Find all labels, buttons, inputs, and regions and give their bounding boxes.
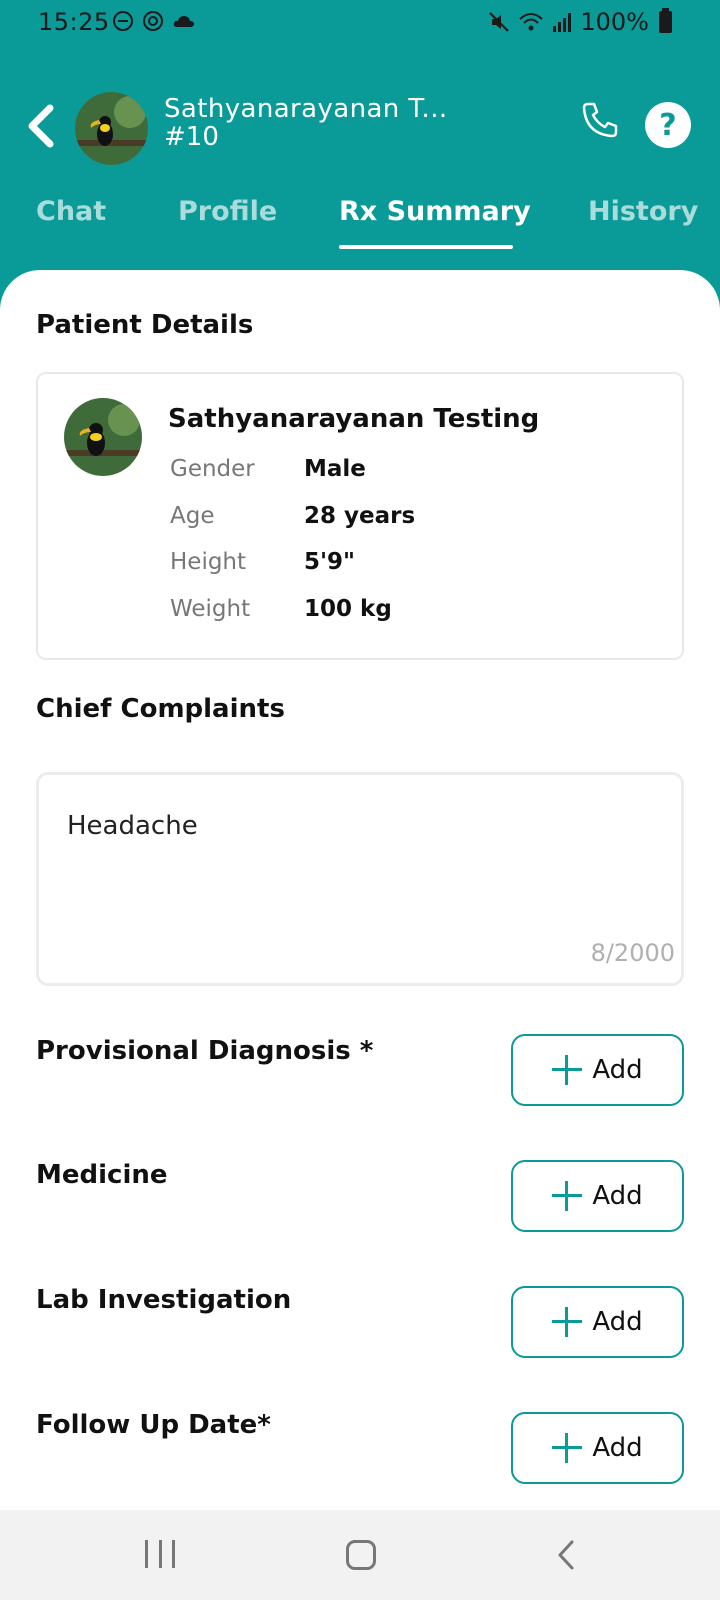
avatar[interactable]	[75, 92, 148, 165]
patient-field-age: Age 28 years	[170, 503, 415, 529]
avatar	[64, 398, 142, 476]
active-tab-indicator	[339, 245, 513, 249]
follow-up-date-label: Follow Up Date*	[36, 1410, 271, 1440]
tab-rx-summary[interactable]: Rx Summary	[339, 196, 531, 227]
back-arrow-icon[interactable]	[22, 102, 62, 150]
field-value: 5'9"	[304, 549, 356, 575]
plus-icon	[552, 1307, 583, 1337]
chief-complaints-input[interactable]: Headache 8/2000	[36, 772, 684, 986]
plus-icon	[552, 1433, 583, 1463]
add-medicine-button[interactable]: Add	[511, 1160, 684, 1232]
chief-complaints-title: Chief Complaints	[36, 694, 285, 724]
help-icon[interactable]: ?	[645, 102, 691, 148]
field-value: Male	[304, 456, 366, 482]
phone-icon[interactable]	[580, 100, 620, 140]
add-button-label: Add	[592, 1307, 643, 1337]
plus-icon	[552, 1181, 583, 1211]
tab-bar: Chat Profile Rx Summary History	[0, 188, 720, 252]
toucan-avatar-image	[64, 398, 142, 476]
patient-card: Sathyanarayanan Testing Gender Male Age 28…	[36, 372, 684, 660]
toucan-avatar-image	[75, 92, 148, 165]
home-icon[interactable]	[346, 1540, 376, 1570]
provisional-diagnosis-label: Provisional Diagnosis *	[36, 1036, 374, 1066]
recent-apps-icon[interactable]	[145, 1540, 175, 1570]
patient-name: Sathyanarayanan Testing	[168, 404, 540, 434]
wifi-icon	[519, 13, 544, 31]
add-follow-up-date-button[interactable]: Add	[511, 1412, 684, 1484]
field-value: 100 kg	[304, 596, 392, 622]
field-label: Weight	[170, 596, 251, 622]
system-navigation-bar	[0, 1510, 720, 1600]
tab-history[interactable]: History	[588, 196, 698, 227]
patient-field-height: Height 5'9"	[170, 549, 355, 575]
battery-icon	[659, 8, 672, 33]
add-button-label: Add	[592, 1433, 643, 1463]
status-bar: 15:25 100%	[0, 0, 720, 46]
add-diagnosis-button[interactable]: Add	[511, 1034, 684, 1106]
plus-icon	[552, 1055, 583, 1085]
character-counter: 8/2000	[590, 939, 675, 967]
sync-icon	[143, 11, 163, 31]
tab-profile[interactable]: Profile	[178, 196, 277, 227]
field-label: Gender	[170, 456, 255, 482]
add-button-label: Add	[592, 1181, 643, 1211]
patient-field-weight: Weight 100 kg	[170, 596, 392, 622]
add-button-label: Add	[592, 1055, 643, 1085]
cloud-icon	[173, 16, 194, 27]
header-patient-name: Sathyanarayanan T...	[164, 94, 448, 124]
mute-icon	[489, 12, 510, 32]
field-value: 28 years	[304, 503, 416, 529]
chat-header: Sathyanarayanan T... #10 ?	[0, 80, 720, 180]
do-not-disturb-icon	[113, 11, 133, 31]
tab-chat[interactable]: Chat	[36, 196, 106, 227]
nav-back-icon[interactable]	[552, 1538, 582, 1572]
field-label: Height	[170, 549, 247, 575]
add-lab-investigation-button[interactable]: Add	[511, 1286, 684, 1358]
signal-icon	[553, 13, 572, 32]
patient-field-gender: Gender Male	[170, 456, 366, 482]
medicine-label: Medicine	[36, 1160, 168, 1190]
header-patient-id: #10	[164, 122, 219, 152]
complaint-text: Headache	[67, 811, 198, 841]
battery-percent: 100%	[580, 8, 649, 36]
lab-investigation-label: Lab Investigation	[36, 1285, 292, 1315]
field-label: Age	[170, 503, 215, 529]
status-time: 15:25	[38, 8, 110, 36]
patient-details-title: Patient Details	[36, 310, 254, 340]
